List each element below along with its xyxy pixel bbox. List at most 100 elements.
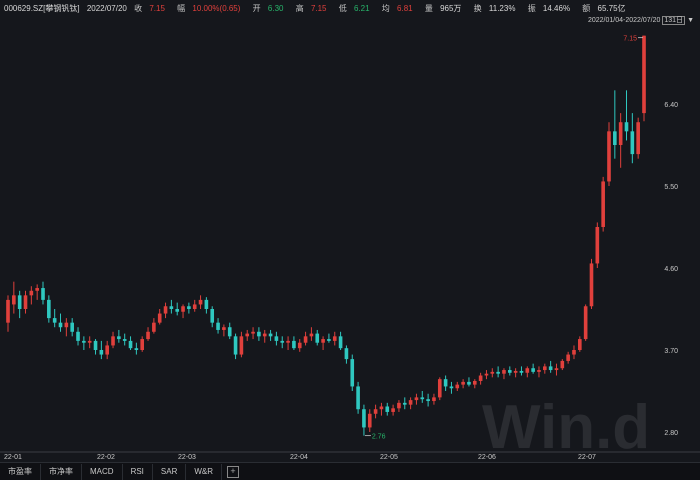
candle-body <box>169 306 174 309</box>
candle-body <box>309 333 314 337</box>
candle-body <box>525 368 530 373</box>
candle-body <box>327 339 331 341</box>
candle-body <box>537 370 541 372</box>
candle-body <box>373 409 378 414</box>
candle-body <box>467 381 471 385</box>
candle-body <box>122 339 127 341</box>
candle-body <box>496 371 500 374</box>
candle-body <box>315 333 320 343</box>
candle-body <box>187 306 191 309</box>
candle-body <box>58 322 63 328</box>
y-tick-label: 2.80 <box>664 430 678 437</box>
candle-body <box>484 373 489 376</box>
candle-body <box>426 399 430 402</box>
candle-body <box>636 122 640 155</box>
candle-body <box>397 402 401 409</box>
candle-body <box>297 342 302 349</box>
candle-body <box>163 306 168 314</box>
x-tick-label: 22-07 <box>578 454 596 461</box>
candle-body <box>385 406 390 412</box>
candle-body <box>70 322 74 332</box>
max-price-label: 7.15 <box>623 36 637 43</box>
candle-body <box>152 322 156 332</box>
candle-body <box>87 340 92 343</box>
candle-body <box>455 384 460 389</box>
candle-body <box>175 309 180 312</box>
candle-body <box>35 288 39 291</box>
min-price-label: 2.76 <box>372 434 386 441</box>
candle-body <box>624 122 629 132</box>
candle-body <box>134 348 139 350</box>
candle-body <box>227 327 232 337</box>
candle-body <box>449 386 454 389</box>
tab-rsi[interactable]: RSI <box>123 463 153 480</box>
candle-body <box>64 322 69 328</box>
tab-pb[interactable]: 市净率 <box>41 463 82 480</box>
candle-body <box>554 368 559 371</box>
candle-body <box>93 340 98 350</box>
tab-macd[interactable]: MACD <box>82 463 123 480</box>
candle-body <box>204 299 209 309</box>
candles <box>6 35 646 436</box>
candle-body <box>437 379 442 398</box>
candle-body <box>502 370 506 374</box>
candlestick-chart[interactable]: Win.d 6.405.504.603.702.80 22-01 22-02 22-… <box>0 0 700 462</box>
candle-body <box>222 327 226 330</box>
add-tab-icon[interactable]: + <box>227 465 240 478</box>
y-tick-label: 4.60 <box>664 266 678 273</box>
tab-pe[interactable]: 市盈率 <box>0 463 41 480</box>
candle-body <box>303 336 308 343</box>
candle-body <box>332 336 337 341</box>
candle-body <box>642 35 646 114</box>
indicator-tabbar: 市盈率 市净率 MACD RSI SAR W&R + <box>0 462 700 480</box>
candle-body <box>595 227 600 264</box>
candle-body <box>251 331 255 334</box>
candle-body <box>513 370 518 373</box>
candle-body <box>379 406 384 410</box>
candle-body <box>274 336 279 341</box>
candle-body <box>519 370 524 373</box>
candle-body <box>507 370 512 373</box>
candle-body <box>245 333 250 337</box>
candle-body <box>420 397 425 400</box>
candle-body <box>572 350 576 355</box>
candle-body <box>41 288 45 300</box>
candle-body <box>47 299 51 319</box>
candle-body <box>490 371 495 374</box>
y-tick-label: 5.50 <box>664 184 678 191</box>
candle-body <box>29 290 34 296</box>
candle-body <box>257 331 261 337</box>
x-tick-label: 22-06 <box>478 454 496 461</box>
candle-body <box>613 131 617 145</box>
candle-body <box>292 340 296 349</box>
candle-body <box>350 359 355 387</box>
candle-body <box>17 295 22 309</box>
x-tick-label: 22-05 <box>380 454 398 461</box>
candle-body <box>478 375 483 381</box>
x-tick-label: 22-04 <box>290 454 308 461</box>
candle-body <box>578 339 582 350</box>
candle-body <box>111 336 115 346</box>
candle-body <box>286 340 290 343</box>
candle-body <box>12 295 16 305</box>
candle-body <box>157 313 162 323</box>
candle-body <box>566 354 570 361</box>
candle-body <box>268 333 273 337</box>
candle-body <box>548 366 553 371</box>
candle-body <box>601 181 605 227</box>
tab-sar[interactable]: SAR <box>153 463 187 480</box>
candle-body <box>391 408 395 412</box>
candle-body <box>344 348 349 360</box>
candle-body <box>23 295 28 309</box>
candle-body <box>402 402 407 405</box>
candle-body <box>338 336 343 349</box>
candle-body <box>192 304 197 309</box>
candle-body <box>367 413 372 428</box>
candle-body <box>607 131 611 182</box>
y-tick-label: 6.40 <box>664 102 678 109</box>
candle-body <box>432 397 436 402</box>
candle-body <box>589 263 594 307</box>
tab-wr[interactable]: W&R <box>186 463 223 480</box>
y-tick-label: 3.70 <box>664 348 678 355</box>
extreme-markers: 7.15 2.76 <box>364 36 643 441</box>
